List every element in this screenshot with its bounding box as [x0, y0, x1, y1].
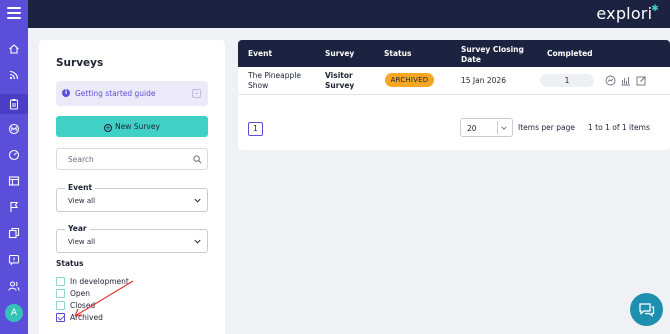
page-1-button[interactable]: 1: [248, 122, 263, 136]
getting-started-guide[interactable]: i Getting started guide: [56, 81, 208, 106]
collapse-icon[interactable]: [192, 89, 201, 98]
survey-line1: Visitor: [325, 71, 353, 80]
row-survey[interactable]: Visitor Survey: [325, 71, 354, 91]
survey-line2: Survey: [325, 81, 355, 90]
row-closing-date: 15 Jan 2026: [461, 76, 506, 85]
table-row[interactable]: The Pineapple Show Visitor Survey ARCHIV…: [238, 67, 670, 95]
event-line2: Show: [248, 81, 269, 90]
plus-circle-icon: +: [104, 124, 113, 132]
per-page-value: 20: [467, 124, 477, 133]
col-status[interactable]: Status: [384, 49, 411, 58]
target-icon[interactable]: [8, 123, 20, 135]
col-completed[interactable]: Completed: [547, 49, 593, 58]
col-closing-line2: Date: [461, 55, 481, 64]
menu-icon[interactable]: [7, 7, 21, 19]
users-icon[interactable]: [8, 280, 20, 292]
event-value: View all: [68, 197, 96, 205]
row-event: The Pineapple Show: [248, 71, 301, 91]
avatar[interactable]: A: [5, 304, 23, 322]
search-icon: [193, 155, 202, 164]
flag-icon[interactable]: [8, 201, 20, 213]
left-nav-rail: A: [0, 0, 28, 334]
home-icon[interactable]: [8, 43, 20, 55]
items-per-page-select[interactable]: 20: [460, 118, 513, 137]
year-select[interactable]: Year View all: [56, 224, 208, 253]
col-survey[interactable]: Survey: [325, 49, 354, 58]
chevron-down-icon: [501, 126, 507, 130]
panel-title: Surveys: [56, 57, 104, 69]
gauge-icon[interactable]: [8, 149, 20, 161]
year-value: View all: [68, 238, 96, 246]
items-per-page-label: Items per page: [518, 123, 575, 132]
clipboard-icon[interactable]: [8, 98, 20, 110]
event-label: Event: [65, 183, 96, 192]
year-label: Year: [65, 224, 90, 233]
logo[interactable]: explori✱: [596, 4, 660, 23]
top-bar: explori✱: [28, 0, 670, 28]
results-icon[interactable]: [605, 75, 616, 86]
event-line1: The Pineapple: [248, 71, 301, 80]
pagination-range: 1 to 1 of 1 items: [588, 123, 650, 132]
layout-icon[interactable]: [8, 175, 20, 187]
surveys-table-card: Event Survey Status Survey Closing Date …: [238, 40, 670, 150]
status-heading: Status: [56, 259, 84, 268]
col-event[interactable]: Event: [248, 49, 272, 58]
chevron-down-icon: [194, 239, 201, 244]
search-input[interactable]: Search: [56, 148, 208, 170]
status-badge: ARCHIVED: [385, 73, 434, 87]
col-closing-line1: Survey Closing: [461, 45, 524, 54]
chevron-down-icon: [194, 198, 201, 203]
chat-icon: [639, 303, 655, 317]
copy-icon[interactable]: [8, 227, 20, 239]
col-closing-date[interactable]: Survey Closing Date: [461, 45, 524, 65]
select-separator: [497, 121, 498, 134]
new-survey-button[interactable]: + New Survey: [56, 116, 208, 137]
info-icon: i: [62, 89, 70, 97]
edit-icon[interactable]: [636, 75, 647, 86]
annotation-arrow: [74, 280, 134, 317]
table-header: Event Survey Status Survey Closing Date …: [238, 40, 670, 67]
new-survey-label: New Survey: [115, 122, 160, 131]
chart-icon[interactable]: [620, 75, 631, 86]
event-select[interactable]: Event View all: [56, 183, 208, 212]
guide-label: Getting started guide: [75, 89, 156, 98]
search-placeholder: Search: [68, 155, 94, 164]
alert-icon[interactable]: [8, 254, 20, 266]
completed-count: 1: [540, 74, 594, 87]
chat-button[interactable]: [630, 293, 663, 326]
rss-icon[interactable]: [8, 69, 20, 81]
